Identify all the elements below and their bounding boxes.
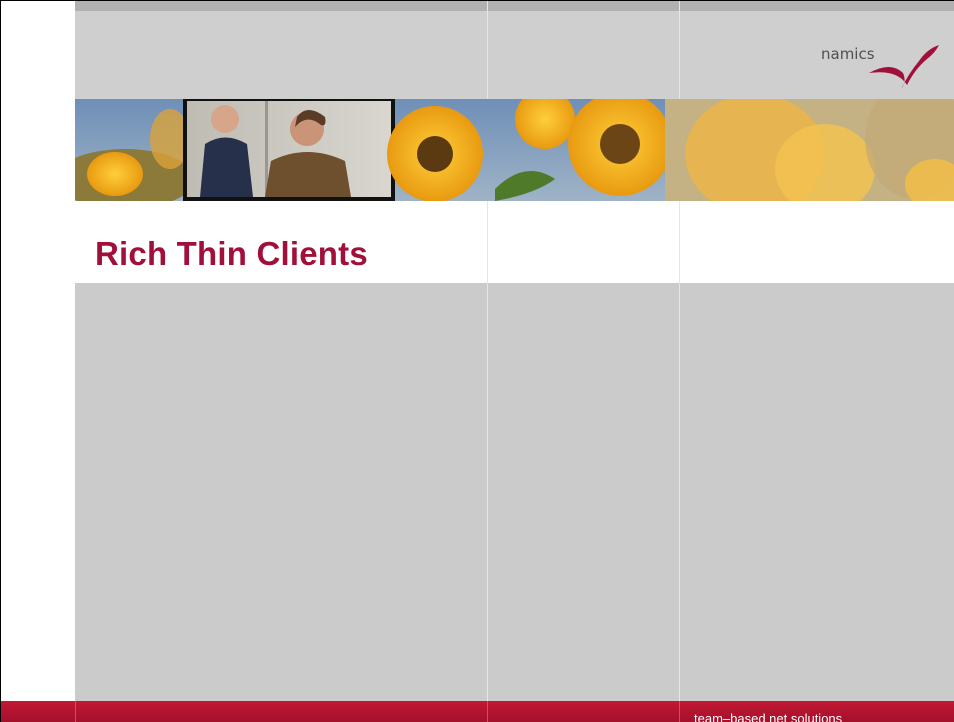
banner-image <box>75 99 954 201</box>
footer-divider <box>487 701 488 722</box>
slide-title: Rich Thin Clients <box>95 235 368 272</box>
slide: namics Rich Thin Clients team–based net … <box>0 0 954 722</box>
footer-divider <box>679 701 680 722</box>
top-strip <box>75 1 954 11</box>
footer-tagline: team–based net solutions <box>694 711 843 722</box>
logo-swoosh-icon <box>869 45 939 89</box>
namics-logo: namics <box>821 39 941 89</box>
content-area <box>75 283 954 703</box>
footer-divider <box>75 701 76 722</box>
